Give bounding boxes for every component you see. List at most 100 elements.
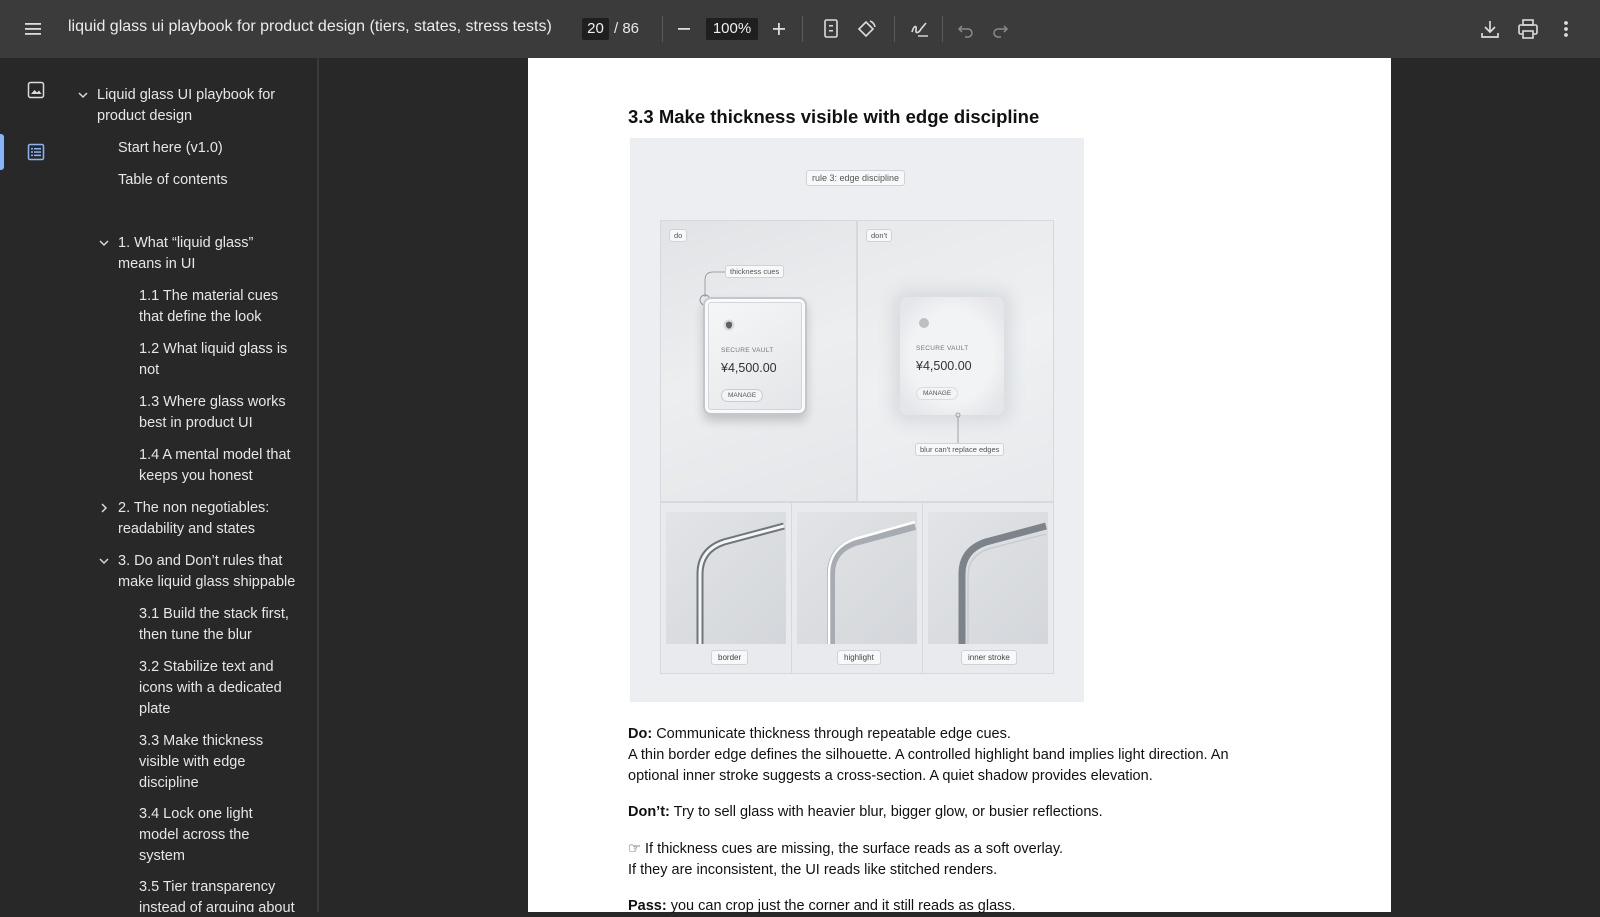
do-body-line: A thin border edge defines the silhouett… <box>628 747 1229 763</box>
toolbar-divider <box>802 16 803 42</box>
edge-discipline-figure: rule 3: edge discipline do thickness cue… <box>630 138 1084 702</box>
outline-item-label: means in UI <box>118 256 196 272</box>
zoom-input[interactable]: 100% <box>706 18 758 40</box>
section-heading: 3.3 Make thickness visible with edge dis… <box>628 106 1040 127</box>
outline-icon <box>26 142 46 162</box>
chevron-down-icon[interactable] <box>97 236 111 250</box>
outline-item-label: make liquid glass shippable <box>118 574 296 590</box>
outline-item-label: not <box>139 362 160 378</box>
outline-item-label: 3. Do and Don’t rules that <box>118 553 283 569</box>
outline-item-toc[interactable]: Table of contents <box>118 170 228 191</box>
consistency-line: ☞ If thickness cues are missing, the sur… <box>628 841 1064 857</box>
outline-item-label: then tune the blur <box>139 627 252 643</box>
print-icon[interactable] <box>1516 17 1540 41</box>
border-tile <box>666 512 786 644</box>
tile-label-highlight: highlight <box>837 650 881 665</box>
highlight-tile <box>797 512 917 644</box>
outline-item-section-1[interactable]: 1. What “liquid glass” means in UI <box>118 233 253 275</box>
outline-item-playbook[interactable]: Liquid glass UI playbook for product des… <box>97 85 275 127</box>
dont-text: Try to sell glass with heavier blur, big… <box>669 804 1103 820</box>
vault-amount: ¥4,500.00 <box>721 361 777 375</box>
dont-paragraph: Don’t: Try to sell glass with heavier bl… <box>628 802 1288 823</box>
outline-item-label: 3.4 Lock one light <box>139 806 253 822</box>
thumbnails-icon[interactable] <box>26 80 46 100</box>
outline-item-label: Start here (v1.0) <box>118 140 223 156</box>
outline-item-label: Table of contents <box>118 172 228 188</box>
outline-item-3-2[interactable]: 3.2 Stabilize text and icons with a dedi… <box>139 657 282 720</box>
tile-divider <box>791 502 792 674</box>
outline-item-label: 1.2 What liquid glass is <box>139 341 288 357</box>
more-options-icon[interactable] <box>1556 17 1576 41</box>
dont-prefix: Don’t: <box>628 804 670 820</box>
page-total: / 86 <box>614 20 640 37</box>
thickness-cues-label: thickness cues <box>725 265 785 278</box>
outline-item-3-5[interactable]: 3.5 Tier transparency instead of arguing… <box>139 877 295 912</box>
outline-item-label: best in product UI <box>139 415 253 431</box>
outline-item-label: Liquid glass UI playbook for <box>97 87 276 103</box>
outline-item-label: discipline <box>139 775 199 791</box>
outline-item-3-1[interactable]: 3.1 Build the stack first, then tune the… <box>139 604 289 646</box>
sidebar-rail <box>0 58 72 912</box>
outline-tab[interactable] <box>0 132 72 172</box>
blur-note-label: blur can't replace edges <box>915 443 1005 456</box>
outline-item-label: 3.1 Build the stack first, <box>139 606 289 622</box>
toolbar: liquid glass ui playbook for product des… <box>0 0 1600 58</box>
fit-page-icon[interactable] <box>820 17 842 41</box>
outline-item-1-2[interactable]: 1.2 What liquid glass is not <box>139 339 287 381</box>
outline-item-label: model across the <box>139 827 250 843</box>
outline-item-label: 1.1 The material cues <box>139 288 279 304</box>
toolbar-divider <box>894 16 895 42</box>
outline-item-1-3[interactable]: 1.3 Where glass works best in product UI <box>139 392 286 434</box>
outline-item-1-4[interactable]: 1.4 A mental model that keeps you honest <box>139 445 291 487</box>
toolbar-divider <box>942 16 943 42</box>
zoom-out-icon[interactable] <box>674 18 694 40</box>
page-number-input[interactable]: 20 <box>582 18 609 40</box>
outline-item-1-1[interactable]: 1.1 The material cues that define the lo… <box>139 286 278 328</box>
outline-item-label: readability and states <box>118 521 256 537</box>
annotate-icon[interactable] <box>908 17 932 41</box>
outline-item-section-3[interactable]: 3. Do and Don’t rules that make liquid g… <box>118 551 295 593</box>
shield-icon <box>723 319 735 331</box>
dont-panel: don’t SECURE VAULT ¥4,500.00 MANAGE blur… <box>857 220 1054 502</box>
tile-label-border: border <box>711 650 749 665</box>
outline-item-label: icons with a dedicated <box>139 680 282 696</box>
chevron-down-icon[interactable] <box>97 554 111 568</box>
chevron-right-icon[interactable] <box>97 501 111 515</box>
outline-item-label: 1.3 Where glass works <box>139 394 286 410</box>
chevron-down-icon[interactable] <box>76 88 90 102</box>
outline-item-label: 2. The non negotiables: <box>118 500 270 516</box>
toolbar-divider <box>662 16 663 42</box>
do-body-line: optional inner stroke suggests a cross-s… <box>628 768 1153 784</box>
document-outline: Liquid glass UI playbook for product des… <box>72 58 318 912</box>
outline-item-3-4[interactable]: 3.4 Lock one light model across the syst… <box>139 804 253 867</box>
outline-item-section-2[interactable]: 2. The non negotiables: readability and … <box>118 498 269 540</box>
pdf-page: 3.3 Make thickness visible with edge dis… <box>528 58 1391 914</box>
download-icon[interactable] <box>1478 17 1502 41</box>
rule-label: rule 3: edge discipline <box>806 170 906 186</box>
outline-item-label: that define the look <box>139 309 262 325</box>
outline-item-start-here[interactable]: Start here (v1.0) <box>118 138 223 159</box>
redo-icon[interactable] <box>990 18 1010 40</box>
outline-item-label: 3.2 Stabilize text and <box>139 659 274 675</box>
outline-item-label: plate <box>139 701 171 717</box>
inner-stroke-tile <box>928 512 1048 644</box>
do-prefix: Do: <box>628 726 653 742</box>
consistency-line: If they are inconsistent, the UI reads l… <box>628 862 998 878</box>
rotate-icon[interactable] <box>854 17 878 41</box>
undo-icon[interactable] <box>956 18 976 40</box>
manage-button: MANAGE <box>721 389 764 402</box>
outline-item-label: keeps you honest <box>139 468 253 484</box>
do-text: Communicate thickness through repeatable… <box>652 726 1011 742</box>
do-panel: do thickness cues SECURE VAULT ¥4,500.00… <box>660 220 857 502</box>
tile-divider <box>922 502 923 674</box>
callout-line <box>955 412 961 443</box>
vault-label: SECURE VAULT <box>721 347 774 354</box>
menu-icon[interactable] <box>22 18 44 40</box>
outline-item-3-3[interactable]: 3.3 Make thickness visible with edge dis… <box>139 731 263 794</box>
document-title: liquid glass ui playbook for product des… <box>68 18 552 35</box>
outline-item-label: 1. What “liquid glass” <box>118 235 254 251</box>
zoom-in-icon[interactable] <box>768 18 790 40</box>
glass-card-do: SECURE VAULT ¥4,500.00 MANAGE <box>703 297 807 415</box>
tile-label-inner-stroke: inner stroke <box>961 650 1017 665</box>
consistency-paragraph: ☞ If thickness cues are missing, the sur… <box>628 839 1288 881</box>
